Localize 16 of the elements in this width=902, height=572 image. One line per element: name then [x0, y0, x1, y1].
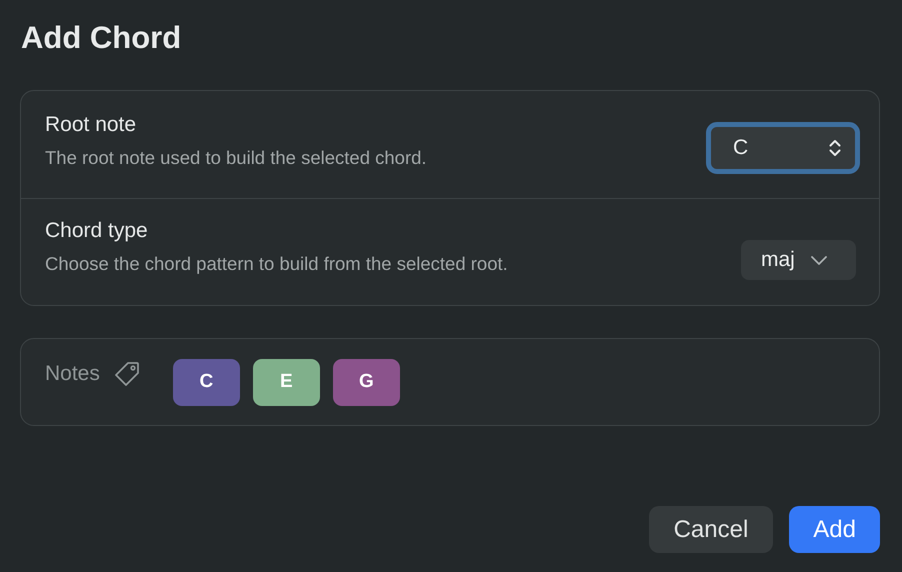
- notes-label: Notes: [45, 362, 100, 386]
- cancel-button[interactable]: Cancel: [648, 506, 774, 553]
- dialog-title: Add Chord: [21, 19, 182, 57]
- chord-type-dropdown[interactable]: maj: [741, 240, 856, 280]
- setting-label: Chord type: [45, 219, 149, 243]
- note-chip: C: [172, 358, 240, 406]
- confirm-button[interactable]: Add: [789, 506, 880, 553]
- tag-icon: [114, 361, 140, 387]
- note-chip: E: [252, 358, 320, 406]
- setting-label: Root note: [45, 113, 138, 137]
- setting-description: The root note used to build the selected chord.: [45, 147, 427, 169]
- up-down-chevron-icon: [829, 139, 841, 157]
- chevron-down-icon: [810, 256, 827, 264]
- note-chip: G: [332, 358, 400, 406]
- setting-description: Choose the chord pattern to build from the selected root.: [45, 253, 508, 275]
- note-selector[interactable]: C: [706, 122, 860, 174]
